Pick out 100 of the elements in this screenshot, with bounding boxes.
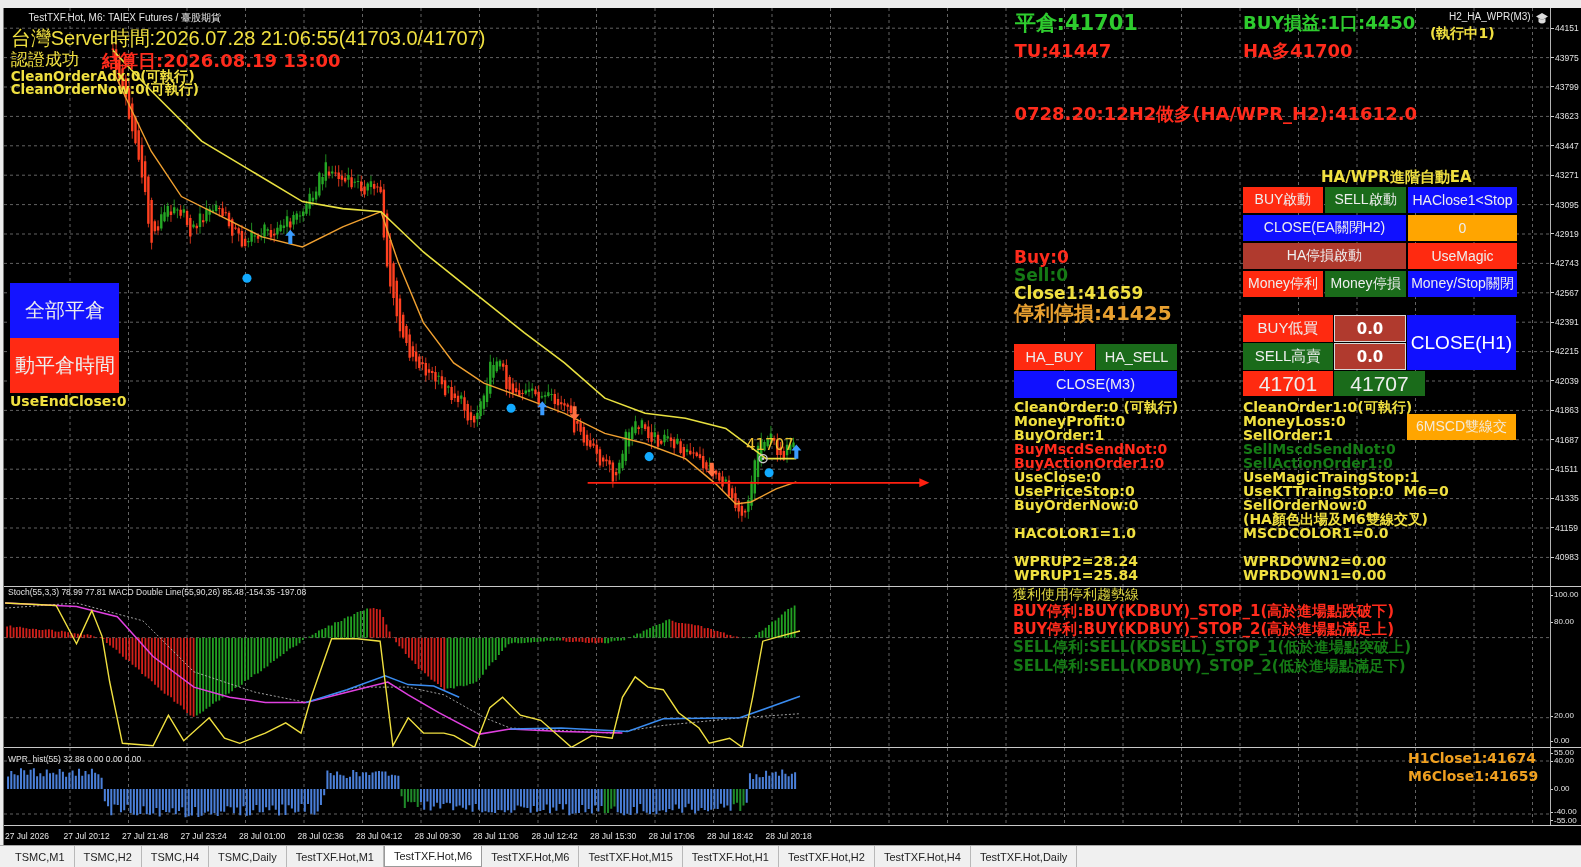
time-axis-label: 28 Jul 17:06 [648, 830, 695, 841]
indicator-label: WPR_hist(55) 32.88 0.00 0.00 0.00 [8, 754, 142, 765]
time-axis-label: 27 Jul 21:48 [122, 830, 169, 841]
status-text: (HA顏色出場及M6雙線交叉) [1243, 511, 1429, 526]
price-field[interactable]: 0.0 [1334, 343, 1406, 370]
price-axis-label: 43799 [1551, 81, 1579, 92]
down-arrow-icon [569, 406, 580, 421]
chart-tab[interactable]: TSMC,H2 [74, 846, 142, 867]
chart-tab[interactable]: TSMC,Daily [209, 846, 287, 867]
ea-button[interactable]: CLOSE(EA關閉H2) [1243, 215, 1406, 241]
status-text: UseMagicTraingStop:1 [1243, 469, 1420, 484]
chart-tab[interactable]: TestTXF.Hot,H2 [778, 846, 875, 867]
take-profit-note: 獲利使用停利趨勢線 [1013, 587, 1139, 602]
oscillator-axis-label: 20.00 [1551, 712, 1575, 720]
summary-text: Sell:0 [1014, 266, 1069, 285]
indicator-label: Stoch(55,3,3) 78.99 77.81 MACD Double Line(55,90,26) 85.48 -154.35 -197.08 [8, 587, 307, 597]
wpr-axis-label: 55.00 [1551, 749, 1575, 757]
ea-button[interactable]: Money停損 [1325, 271, 1406, 297]
chart-tab[interactable]: TestTXF.Hot,Daily [970, 846, 1078, 867]
price-axis-label: 43095 [1551, 199, 1579, 210]
price-axis-label: 41335 [1551, 493, 1579, 504]
up-arrow-icon [285, 229, 296, 244]
price-readout: 41707 [1334, 371, 1425, 396]
status-text: MoneyLoss:0 [1243, 413, 1346, 428]
price-axis-label: 41159 [1551, 522, 1578, 533]
chart-tab[interactable]: TestTXF.Hot,H1 [682, 846, 779, 867]
status-text: CleanOrder:0 (可執行) [1014, 399, 1179, 414]
price-axis-label: 40983 [1551, 552, 1579, 563]
chart-tab[interactable]: TestTXF.Hot,M6 [482, 846, 580, 867]
chart-tab[interactable]: TestTXF.Hot,M6 [384, 846, 483, 867]
status-text: WPRUP1=25.84 [1014, 567, 1138, 582]
price-axis-label: 42215 [1551, 346, 1579, 357]
time-axis-label: 27 Jul 2026 [5, 830, 49, 841]
close-readout-text: M6Close1:41659 [1408, 767, 1539, 786]
status-text: MSCDCOLOR1=0.0 [1243, 525, 1389, 540]
signal-dot-icon [242, 273, 252, 283]
take-profit-note: SELL停利:SELL(KDBUY)_STOP_2(低於進場點滿足下) [1013, 656, 1406, 675]
status-text: SellMscdSendNot:0 [1243, 441, 1396, 456]
time-axis-label: 27 Jul 23:24 [180, 830, 227, 841]
profit-text: BUY損益:1口:4450 [1243, 12, 1416, 33]
price-axis-label: 43447 [1551, 140, 1579, 151]
status-text: HACOLOR1=1.0 [1014, 525, 1137, 540]
target-circle-icon [758, 453, 768, 464]
ea-button[interactable]: HAClose1<Stop [1408, 187, 1517, 213]
price-field[interactable]: 0.0 [1334, 315, 1406, 342]
up-arrow-icon [537, 401, 548, 416]
chart-tab[interactable]: TSMC,H4 [141, 846, 210, 867]
time-axis-label: 28 Jul 12:42 [531, 830, 578, 841]
oscillator-axis-label: 100.00 [1551, 591, 1579, 599]
wpr-axis-label: 40.00 [1551, 757, 1575, 765]
ea-button[interactable]: Money/Stop關閉 [1408, 271, 1517, 297]
wpr-axis-label: 0.00 [1551, 785, 1570, 793]
time-axis-label: 28 Jul 18:42 [707, 830, 754, 841]
up-arrow-icon [791, 444, 802, 459]
ea-panel-title: HA/WPR進階自動EA [1321, 169, 1472, 186]
status-text: UsePriceStop:0 [1014, 483, 1135, 498]
wpr-axis-label: -40.00 [1551, 808, 1577, 816]
use-end-close-text: UseEndClose:0 [10, 394, 127, 410]
price-axis-label: 43975 [1551, 52, 1579, 63]
price-axis-label: 42919 [1551, 228, 1579, 239]
chart-tab[interactable]: TestTXF.Hot,H4 [874, 846, 971, 867]
price-axis-label: 41511 [1551, 464, 1578, 475]
close-h1-button[interactable]: CLOSE(H1) [1407, 315, 1516, 370]
summary-text: Close1:41659 [1014, 284, 1144, 303]
status-text: SellActionOrder1:0 [1243, 455, 1393, 470]
ea-button[interactable]: SELL啟動 [1325, 187, 1406, 213]
price-axis-label: 43623 [1551, 111, 1579, 122]
summary-text: 停利停損:41425 [1014, 302, 1172, 325]
time-axis-label: 27 Jul 20:12 [63, 830, 110, 841]
time-axis-label: 28 Jul 02:36 [297, 830, 344, 841]
price-axis-label: 41863 [1551, 405, 1579, 416]
price-axis-label: 42039 [1551, 375, 1579, 386]
take-profit-note: BUY停利:BUY(KDBUY)_STOP_2(高於進場點滿足上) [1013, 620, 1395, 639]
time-axis-label: 28 Jul 09:30 [414, 830, 461, 841]
price-axis-label: 42567 [1551, 287, 1579, 298]
chart-tab[interactable]: TSMC,M1 [6, 846, 75, 867]
status-text: BuyOrderNow:0 [1014, 497, 1139, 512]
ea-button[interactable]: HA停損啟動 [1243, 243, 1406, 269]
price-axis-label: 44151 [1551, 23, 1579, 34]
chart-tab[interactable]: TestTXF.Hot,M1 [286, 846, 384, 867]
down-arrow-icon [706, 462, 717, 477]
price-axis-label: 43271 [1551, 170, 1579, 181]
closed-price-text: 平倉:41701 [1014, 10, 1138, 35]
take-profit-note: SELL停利:SELL(KDSELL)_STOP_1(低於進場點突破上) [1013, 638, 1412, 657]
chart-tab[interactable]: TestTXF.Hot,M15 [579, 846, 683, 867]
status-text: WPRDOWN1=0.00 [1243, 567, 1387, 582]
time-axis-label: 28 Jul 20:18 [765, 830, 812, 841]
signal-dot-icon [644, 452, 654, 462]
server-time-text: 台灣Server時間:2026.07.28 21:06:55(41703.0/41707) [10, 26, 486, 49]
price-axis-label: 42391 [1551, 317, 1579, 328]
auth-status-text: 認證成功 [10, 49, 79, 69]
ha-order-button[interactable]: HA_SELL [1096, 343, 1177, 370]
close-m3-button[interactable]: CLOSE(M3) [1014, 370, 1177, 398]
status-text: WPRUP2=28.24 [1014, 553, 1138, 568]
close-all-button[interactable]: 全部平倉 [10, 283, 119, 338]
order-button[interactable]: SELL高賣 [1243, 343, 1333, 370]
time-axis-label: 28 Jul 01:00 [239, 830, 286, 841]
time-axis-label: 28 Jul 15:30 [590, 830, 637, 841]
status-text: MoneyProfit:0 [1014, 413, 1126, 428]
time-axis-label: 28 Jul 11:06 [473, 830, 519, 841]
